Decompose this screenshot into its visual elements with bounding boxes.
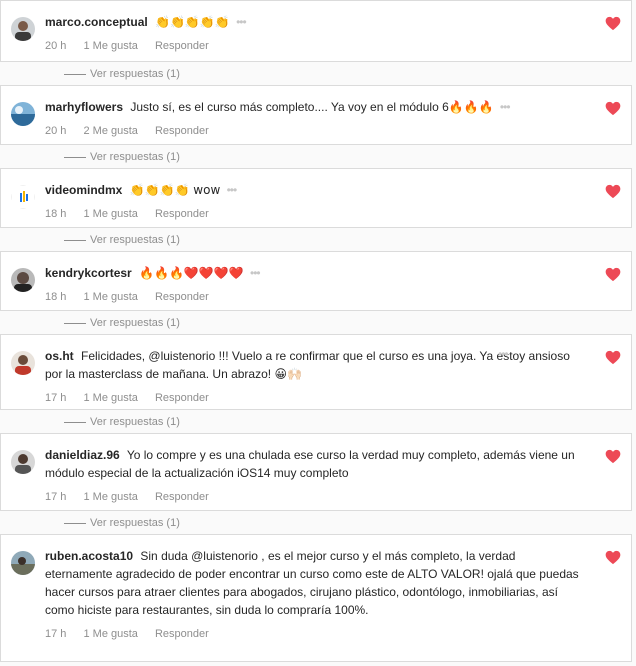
heart-icon[interactable] xyxy=(605,101,621,121)
comment-username[interactable]: marco.conceptual xyxy=(45,15,148,29)
heart-icon[interactable] xyxy=(605,449,621,469)
avatar[interactable] xyxy=(11,17,35,41)
avatar[interactable] xyxy=(11,185,35,209)
avatar[interactable] xyxy=(11,102,35,126)
reply-button[interactable]: Responder xyxy=(155,491,209,503)
comment-body: danieldiaz.96 Yo lo compre y es una chul… xyxy=(45,446,585,506)
comment-body: ruben.acosta10 Sin duda @luistenorio , e… xyxy=(45,547,585,643)
heart-icon[interactable] xyxy=(605,184,621,204)
comment-meta: 17 h 1 Me gusta Responder xyxy=(45,389,585,407)
view-replies-link[interactable]: Ver respuestas (1) xyxy=(64,316,180,330)
comment-text: Yo lo compre y es una chulada ese curso … xyxy=(45,448,575,480)
view-replies-label[interactable]: Ver respuestas (1) xyxy=(90,415,180,429)
comment-username[interactable]: os.ht xyxy=(45,349,74,363)
comment-text: Justo sí, es el curso más completo.... Y… xyxy=(130,100,494,114)
comment-time[interactable]: 17 h xyxy=(45,491,66,503)
reply-button[interactable]: Responder xyxy=(155,125,209,137)
more-options-icon[interactable]: ••• xyxy=(500,100,511,114)
view-replies-label[interactable]: Ver respuestas (1) xyxy=(90,150,180,164)
more-options-icon[interactable]: ••• xyxy=(498,347,509,361)
comment-card: marhyflowers Justo sí, es el curso más c… xyxy=(0,85,632,145)
reply-button[interactable]: Responder xyxy=(155,291,209,303)
comment-meta: 18 h 1 Me gusta Responder xyxy=(45,205,585,223)
view-replies-label[interactable]: Ver respuestas (1) xyxy=(90,233,180,247)
divider-line xyxy=(64,421,86,423)
comment-likes[interactable]: 1 Me gusta xyxy=(83,491,137,503)
comment-text: Felicidades, @luistenorio !!! Vuelo a re… xyxy=(45,349,570,381)
comment-username[interactable]: danieldiaz.96 xyxy=(45,448,120,462)
comment-card: kendrykcortesr 🔥🔥🔥❤️❤️❤️❤️ ••• 18 h 1 Me… xyxy=(0,251,632,311)
divider-line xyxy=(64,522,86,524)
comment-body: marco.conceptual 👏👏👏👏👏 ••• 20 h 1 Me gus… xyxy=(45,13,585,55)
reply-button[interactable]: Responder xyxy=(155,208,209,220)
divider-line xyxy=(64,239,86,241)
comment-meta: 17 h 1 Me gusta Responder xyxy=(45,488,585,506)
more-options-icon[interactable]: ••• xyxy=(227,183,238,197)
comment-username[interactable]: videomindmx xyxy=(45,183,122,197)
comment-username[interactable]: ruben.acosta10 xyxy=(45,549,133,563)
comment-likes[interactable]: 1 Me gusta xyxy=(83,628,137,640)
comment-card: danieldiaz.96 Yo lo compre y es una chul… xyxy=(0,433,632,511)
comment-time[interactable]: 18 h xyxy=(45,291,66,303)
view-replies-label[interactable]: Ver respuestas (1) xyxy=(90,67,180,81)
avatar[interactable] xyxy=(11,450,35,474)
more-options-icon[interactable]: ••• xyxy=(236,15,247,29)
comments-feed: marco.conceptual 👏👏👏👏👏 ••• 20 h 1 Me gus… xyxy=(0,0,636,666)
comment-meta: 20 h 2 Me gusta Responder xyxy=(45,122,585,140)
heart-icon[interactable] xyxy=(605,550,621,570)
reply-button[interactable]: Responder xyxy=(155,40,209,52)
heart-icon[interactable] xyxy=(605,267,621,287)
divider-line xyxy=(64,73,86,75)
more-options-icon[interactable]: ••• xyxy=(250,266,261,280)
comment-time[interactable]: 20 h xyxy=(45,40,66,52)
heart-icon[interactable] xyxy=(605,16,621,36)
view-replies-link[interactable]: Ver respuestas (1) xyxy=(64,233,180,247)
view-replies-link[interactable]: Ver respuestas (1) xyxy=(64,67,180,81)
comment-username[interactable]: marhyflowers xyxy=(45,100,123,114)
avatar[interactable] xyxy=(11,268,35,292)
comment-time[interactable]: 20 h xyxy=(45,125,66,137)
comment-time[interactable]: 18 h xyxy=(45,208,66,220)
comment-card: marco.conceptual 👏👏👏👏👏 ••• 20 h 1 Me gus… xyxy=(0,0,632,62)
comment-username[interactable]: kendrykcortesr xyxy=(45,266,132,280)
comment-meta: 17 h 1 Me gusta Responder xyxy=(45,625,585,643)
avatar[interactable] xyxy=(11,351,35,375)
comment-likes[interactable]: 1 Me gusta xyxy=(83,208,137,220)
comment-text: 🔥🔥🔥❤️❤️❤️❤️ xyxy=(139,266,244,280)
comment-likes[interactable]: 1 Me gusta xyxy=(83,392,137,404)
comment-likes[interactable]: 1 Me gusta xyxy=(83,40,137,52)
comment-body: marhyflowers Justo sí, es el curso más c… xyxy=(45,98,585,140)
comment-card: os.ht Felicidades, @luistenorio !!! Vuel… xyxy=(0,334,632,410)
comment-meta: 20 h 1 Me gusta Responder xyxy=(45,37,585,55)
comment-card: videomindmx 👏👏👏👏 wow ••• 18 h 1 Me gusta… xyxy=(0,168,632,228)
view-replies-link[interactable]: Ver respuestas (1) xyxy=(64,415,180,429)
view-replies-label[interactable]: Ver respuestas (1) xyxy=(90,316,180,330)
view-replies-link[interactable]: Ver respuestas (1) xyxy=(64,516,180,530)
comment-time[interactable]: 17 h xyxy=(45,392,66,404)
divider-line xyxy=(64,322,86,324)
view-replies-label[interactable]: Ver respuestas (1) xyxy=(90,516,180,530)
comment-body: videomindmx 👏👏👏👏 wow ••• 18 h 1 Me gusta… xyxy=(45,181,585,223)
comment-likes[interactable]: 1 Me gusta xyxy=(83,291,137,303)
reply-button[interactable]: Responder xyxy=(155,392,209,404)
comment-likes[interactable]: 2 Me gusta xyxy=(83,125,137,137)
comment-card: ruben.acosta10 Sin duda @luistenorio , e… xyxy=(0,534,632,662)
reply-button[interactable]: Responder xyxy=(155,628,209,640)
comment-text: 👏👏👏👏👏 xyxy=(155,15,230,29)
comment-text: 👏👏👏👏 wow xyxy=(129,183,221,197)
comment-body: kendrykcortesr 🔥🔥🔥❤️❤️❤️❤️ ••• 18 h 1 Me… xyxy=(45,264,585,306)
heart-icon[interactable] xyxy=(605,350,621,370)
comment-meta: 18 h 1 Me gusta Responder xyxy=(45,288,585,306)
comment-time[interactable]: 17 h xyxy=(45,628,66,640)
avatar[interactable] xyxy=(11,551,35,575)
divider-line xyxy=(64,156,86,158)
view-replies-link[interactable]: Ver respuestas (1) xyxy=(64,150,180,164)
